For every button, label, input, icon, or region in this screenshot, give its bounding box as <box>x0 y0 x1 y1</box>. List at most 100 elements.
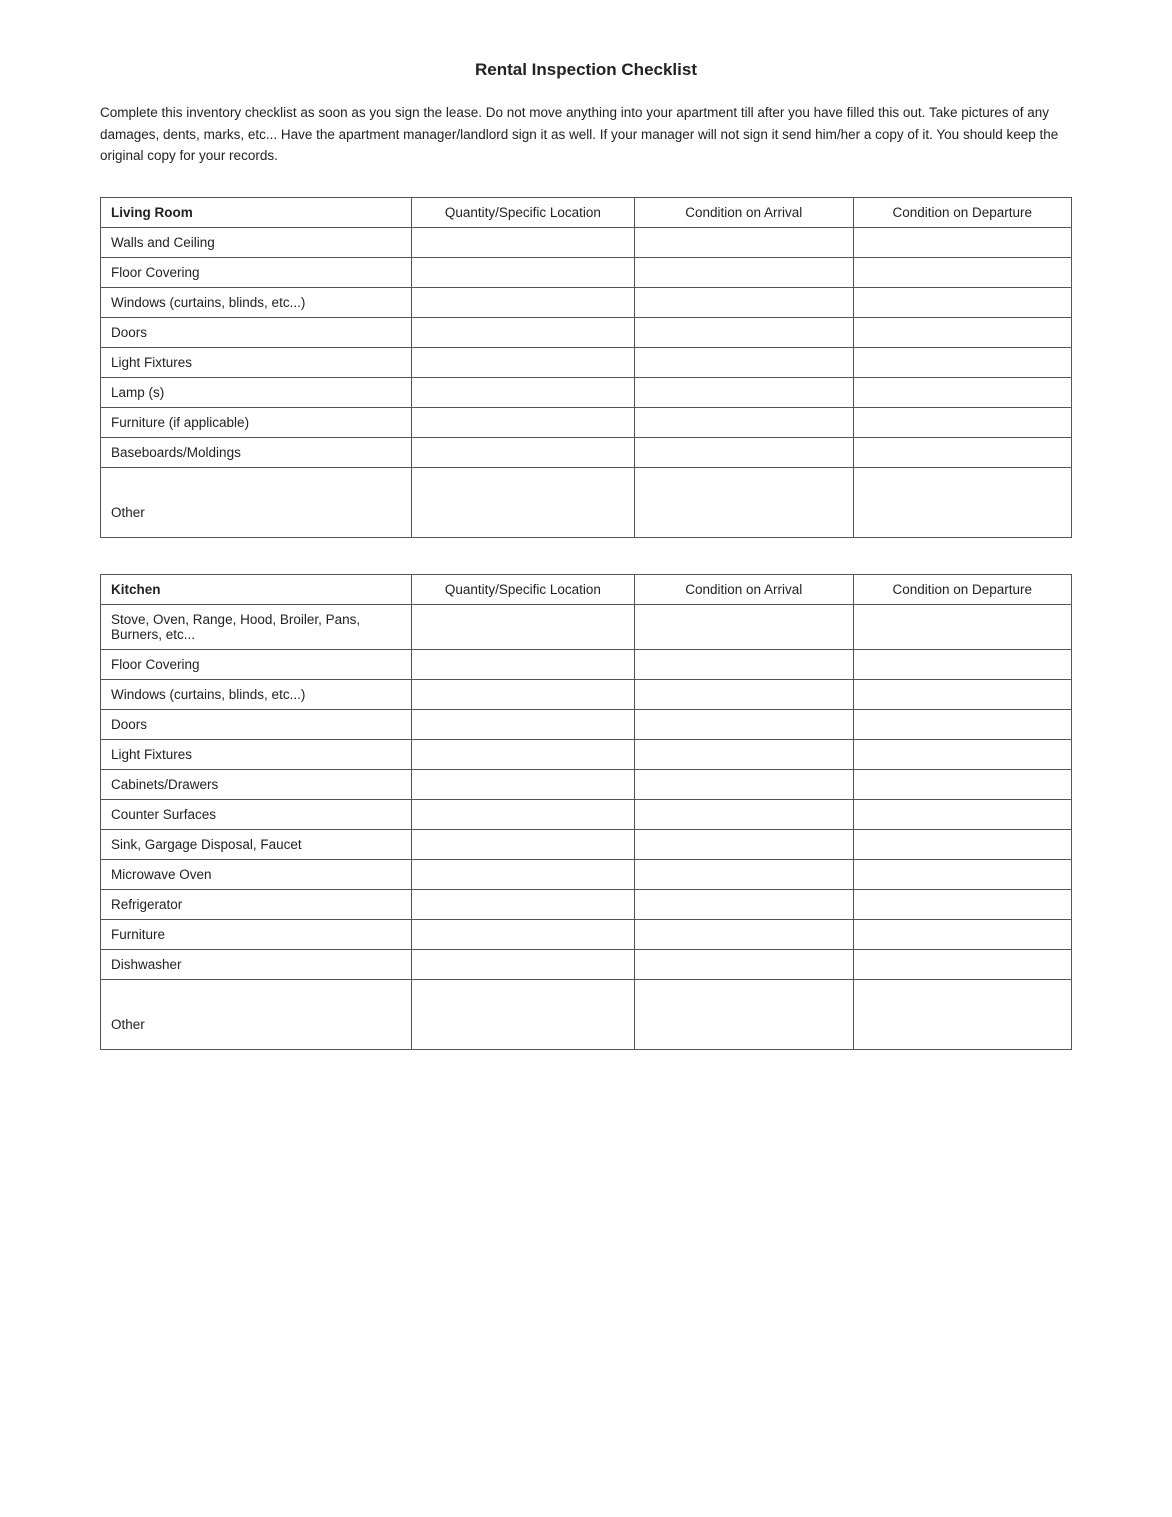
kitchen-row: Sink, Gargage Disposal, Faucet <box>101 829 1072 859</box>
kitchen-qty-cell[interactable] <box>411 649 634 679</box>
kitchen-arrival-cell[interactable] <box>635 769 853 799</box>
living-room-qty-cell[interactable] <box>411 287 634 317</box>
kitchen-departure-cell[interactable] <box>853 709 1071 739</box>
kitchen-qty-cell[interactable] <box>411 739 634 769</box>
kitchen-arrival-cell[interactable] <box>635 679 853 709</box>
kitchen-item-label: Floor Covering <box>101 649 412 679</box>
living-room-row: Lamp (s) <box>101 377 1072 407</box>
kitchen-departure-cell[interactable] <box>853 859 1071 889</box>
living-room-qty-cell[interactable] <box>411 467 634 537</box>
kitchen-row: Cabinets/Drawers <box>101 769 1072 799</box>
kitchen-header: Kitchen <box>101 574 412 604</box>
kitchen-departure-cell[interactable] <box>853 949 1071 979</box>
living-room-header: Living Room <box>101 197 412 227</box>
living-room-qty-cell[interactable] <box>411 347 634 377</box>
kitchen-arrival-cell[interactable] <box>635 979 853 1049</box>
kitchen-departure-cell[interactable] <box>853 799 1071 829</box>
living-room-arrival-cell[interactable] <box>635 287 853 317</box>
kitchen-departure-cell[interactable] <box>853 829 1071 859</box>
living-room-row: Other <box>101 467 1072 537</box>
living-room-row: Floor Covering <box>101 257 1072 287</box>
kitchen-item-label: Windows (curtains, blinds, etc...) <box>101 679 412 709</box>
living-room-departure-cell[interactable] <box>853 347 1071 377</box>
living-room-arrival-cell[interactable] <box>635 437 853 467</box>
kitchen-arrival-cell[interactable] <box>635 859 853 889</box>
living-room-departure-cell[interactable] <box>853 377 1071 407</box>
qty-col-header-lr: Quantity/Specific Location <box>411 197 634 227</box>
qty-col-header-k: Quantity/Specific Location <box>411 574 634 604</box>
living-room-arrival-cell[interactable] <box>635 347 853 377</box>
kitchen-departure-cell[interactable] <box>853 739 1071 769</box>
kitchen-arrival-cell[interactable] <box>635 919 853 949</box>
kitchen-row: Light Fixtures <box>101 739 1072 769</box>
kitchen-departure-cell[interactable] <box>853 649 1071 679</box>
arrival-col-header-lr: Condition on Arrival <box>635 197 853 227</box>
kitchen-qty-cell[interactable] <box>411 829 634 859</box>
living-room-row: Baseboards/Moldings <box>101 437 1072 467</box>
living-room-row: Light Fixtures <box>101 347 1072 377</box>
living-room-qty-cell[interactable] <box>411 437 634 467</box>
kitchen-arrival-cell[interactable] <box>635 739 853 769</box>
living-room-arrival-cell[interactable] <box>635 377 853 407</box>
kitchen-item-label: Stove, Oven, Range, Hood, Broiler, Pans,… <box>101 604 412 649</box>
kitchen-arrival-cell[interactable] <box>635 889 853 919</box>
kitchen-item-label: Light Fixtures <box>101 739 412 769</box>
living-room-table: Living Room Quantity/Specific Location C… <box>100 197 1072 538</box>
living-room-qty-cell[interactable] <box>411 377 634 407</box>
kitchen-row: Stove, Oven, Range, Hood, Broiler, Pans,… <box>101 604 1072 649</box>
kitchen-arrival-cell[interactable] <box>635 949 853 979</box>
living-room-item-label: Baseboards/Moldings <box>101 437 412 467</box>
living-room-arrival-cell[interactable] <box>635 227 853 257</box>
kitchen-qty-cell[interactable] <box>411 604 634 649</box>
living-room-departure-cell[interactable] <box>853 287 1071 317</box>
kitchen-arrival-cell[interactable] <box>635 799 853 829</box>
kitchen-row: Furniture <box>101 919 1072 949</box>
kitchen-qty-cell[interactable] <box>411 979 634 1049</box>
intro-paragraph: Complete this inventory checklist as soo… <box>100 102 1072 167</box>
living-room-arrival-cell[interactable] <box>635 467 853 537</box>
kitchen-departure-cell[interactable] <box>853 679 1071 709</box>
kitchen-qty-cell[interactable] <box>411 799 634 829</box>
kitchen-arrival-cell[interactable] <box>635 829 853 859</box>
kitchen-departure-cell[interactable] <box>853 604 1071 649</box>
living-room-row: Windows (curtains, blinds, etc...) <box>101 287 1072 317</box>
kitchen-departure-cell[interactable] <box>853 889 1071 919</box>
living-room-departure-cell[interactable] <box>853 227 1071 257</box>
kitchen-arrival-cell[interactable] <box>635 649 853 679</box>
kitchen-item-label: Refrigerator <box>101 889 412 919</box>
living-room-arrival-cell[interactable] <box>635 317 853 347</box>
living-room-arrival-cell[interactable] <box>635 257 853 287</box>
kitchen-item-label: Cabinets/Drawers <box>101 769 412 799</box>
kitchen-qty-cell[interactable] <box>411 919 634 949</box>
kitchen-item-label: Other <box>101 979 412 1049</box>
kitchen-row: Dishwasher <box>101 949 1072 979</box>
living-room-qty-cell[interactable] <box>411 257 634 287</box>
kitchen-departure-cell[interactable] <box>853 769 1071 799</box>
living-room-qty-cell[interactable] <box>411 227 634 257</box>
living-room-departure-cell[interactable] <box>853 317 1071 347</box>
page-title: Rental Inspection Checklist <box>100 60 1072 80</box>
kitchen-qty-cell[interactable] <box>411 949 634 979</box>
living-room-item-label: Lamp (s) <box>101 377 412 407</box>
kitchen-departure-cell[interactable] <box>853 919 1071 949</box>
living-room-qty-cell[interactable] <box>411 407 634 437</box>
kitchen-item-label: Furniture <box>101 919 412 949</box>
kitchen-qty-cell[interactable] <box>411 769 634 799</box>
kitchen-table: Kitchen Quantity/Specific Location Condi… <box>100 574 1072 1050</box>
living-room-departure-cell[interactable] <box>853 437 1071 467</box>
kitchen-departure-cell[interactable] <box>853 979 1071 1049</box>
living-room-arrival-cell[interactable] <box>635 407 853 437</box>
kitchen-qty-cell[interactable] <box>411 889 634 919</box>
kitchen-row: Other <box>101 979 1072 1049</box>
kitchen-qty-cell[interactable] <box>411 709 634 739</box>
living-room-qty-cell[interactable] <box>411 317 634 347</box>
kitchen-arrival-cell[interactable] <box>635 604 853 649</box>
living-room-item-label: Walls and Ceiling <box>101 227 412 257</box>
living-room-departure-cell[interactable] <box>853 407 1071 437</box>
kitchen-arrival-cell[interactable] <box>635 709 853 739</box>
kitchen-qty-cell[interactable] <box>411 859 634 889</box>
living-room-departure-cell[interactable] <box>853 467 1071 537</box>
kitchen-row: Microwave Oven <box>101 859 1072 889</box>
kitchen-qty-cell[interactable] <box>411 679 634 709</box>
living-room-departure-cell[interactable] <box>853 257 1071 287</box>
